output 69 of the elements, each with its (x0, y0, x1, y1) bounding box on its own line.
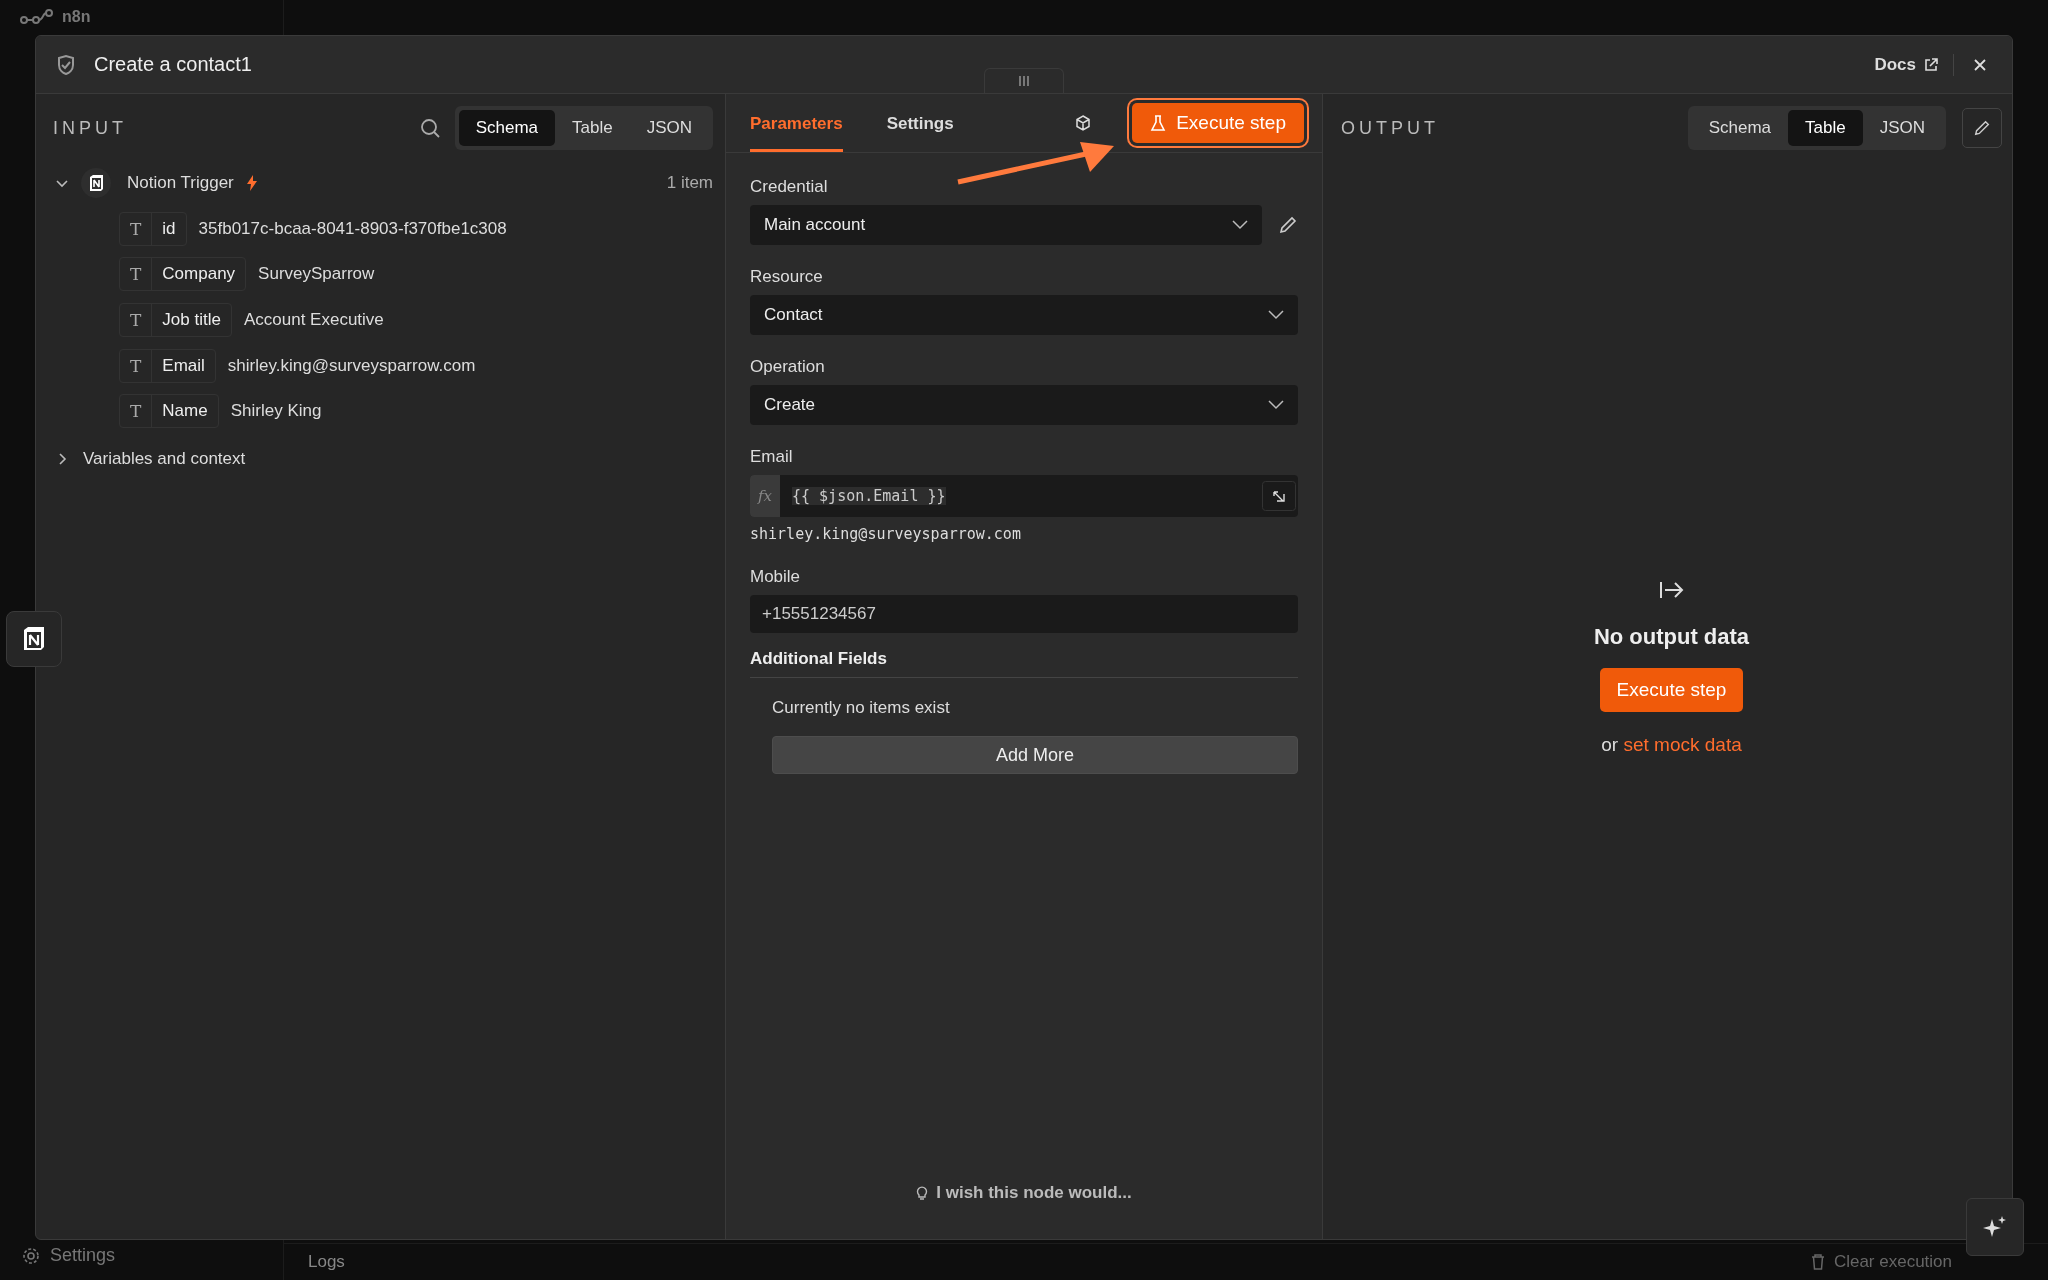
expand-icon[interactable] (1262, 481, 1296, 511)
view-tab[interactable]: Schema (458, 110, 555, 146)
view-tab[interactable]: JSON (629, 110, 709, 146)
field-key: T Company (119, 257, 247, 292)
field-value: 35fb017c-bcaa-8041-8903-f370fbe1c308 (198, 218, 507, 239)
field-key: T Job title (119, 303, 232, 337)
node-name: Notion Trigger (127, 173, 234, 193)
field-key: T id (119, 211, 187, 246)
window-title: Create a contact1 (94, 53, 252, 76)
logs-label[interactable]: Logs (308, 1252, 345, 1272)
settings-link[interactable]: Settings (50, 1245, 116, 1266)
feedback-link[interactable]: I wish this node would... (936, 1183, 1132, 1203)
box-icon (81, 168, 111, 198)
field-value: shirley.king@surveysparrow.com (227, 355, 476, 376)
field-label: Operation (750, 357, 826, 377)
field-value: SurveySparrow (258, 264, 375, 285)
node-button[interactable] (6, 611, 62, 667)
edit-button[interactable] (1962, 108, 2002, 148)
panel-heading: OUTPUT (1341, 117, 1439, 139)
panel-heading: INPUT (53, 117, 127, 139)
chevron-down-icon (1268, 310, 1284, 320)
empty-message: Currently no items exist (772, 698, 951, 718)
field-key: T Name (119, 394, 219, 429)
pencil-icon (1973, 119, 1991, 137)
app-name: n8n (62, 8, 91, 26)
arrow-right-to-line-icon (1658, 580, 1685, 600)
field-value: Account Executive (243, 310, 384, 330)
view-tab[interactable]: Table (1788, 110, 1863, 146)
view-tab[interactable]: JSON (1862, 110, 1942, 146)
trash-icon (1809, 1253, 1826, 1271)
close-icon (1972, 56, 1988, 73)
view-tab[interactable]: Table (555, 110, 630, 146)
field-key: T Email (119, 348, 216, 383)
tab[interactable]: Settings (886, 94, 954, 152)
view-tab[interactable]: Schema (1691, 110, 1788, 146)
flask-icon (1150, 114, 1167, 132)
docs-link[interactable]: Docs (1874, 54, 1939, 75)
ai-assistant-button[interactable] (1966, 1198, 2024, 1256)
expression-preview: shirley.king@surveysparrow.com (750, 525, 1022, 543)
empty-title: No output data (1593, 624, 1750, 650)
field-value: Shirley King (230, 401, 322, 422)
chevron-down-icon (1232, 220, 1248, 230)
external-link-icon (1923, 56, 1939, 73)
mock-prefix: or (1601, 734, 1619, 755)
mobile-field[interactable]: +15551234567 (750, 595, 1298, 633)
lightbulb-icon (916, 1185, 929, 1201)
tab[interactable]: Parameters (750, 94, 843, 152)
context-label[interactable]: Variables and context (83, 448, 246, 469)
cube-icon[interactable] (1074, 114, 1093, 132)
drag-handle[interactable] (984, 68, 1064, 93)
field-label: Resource (750, 267, 824, 287)
shield-check-icon (56, 53, 76, 76)
lightning-icon (245, 175, 258, 191)
item-count: 1 item (666, 173, 713, 193)
settings-icon (22, 1246, 40, 1265)
add-more-button[interactable]: Add More (772, 736, 1298, 774)
credential-select[interactable]: Main account (750, 205, 1262, 245)
pencil-icon[interactable] (1278, 215, 1298, 235)
search-icon[interactable] (418, 117, 441, 139)
chevron-down-icon (1268, 400, 1284, 410)
field-label: Credential (750, 177, 829, 197)
dropdown-select[interactable]: Contact (750, 295, 1298, 335)
set-mock-data-link[interactable]: set mock data (1623, 734, 1742, 755)
dropdown-select[interactable]: Create (750, 385, 1298, 425)
field-label: Mobile (750, 567, 802, 587)
logo-icon (20, 8, 54, 26)
field-label: Email (750, 447, 794, 467)
expression-field[interactable]: fx {{ $json.Email }} (750, 475, 1298, 517)
section-heading: Additional Fields (750, 649, 888, 669)
